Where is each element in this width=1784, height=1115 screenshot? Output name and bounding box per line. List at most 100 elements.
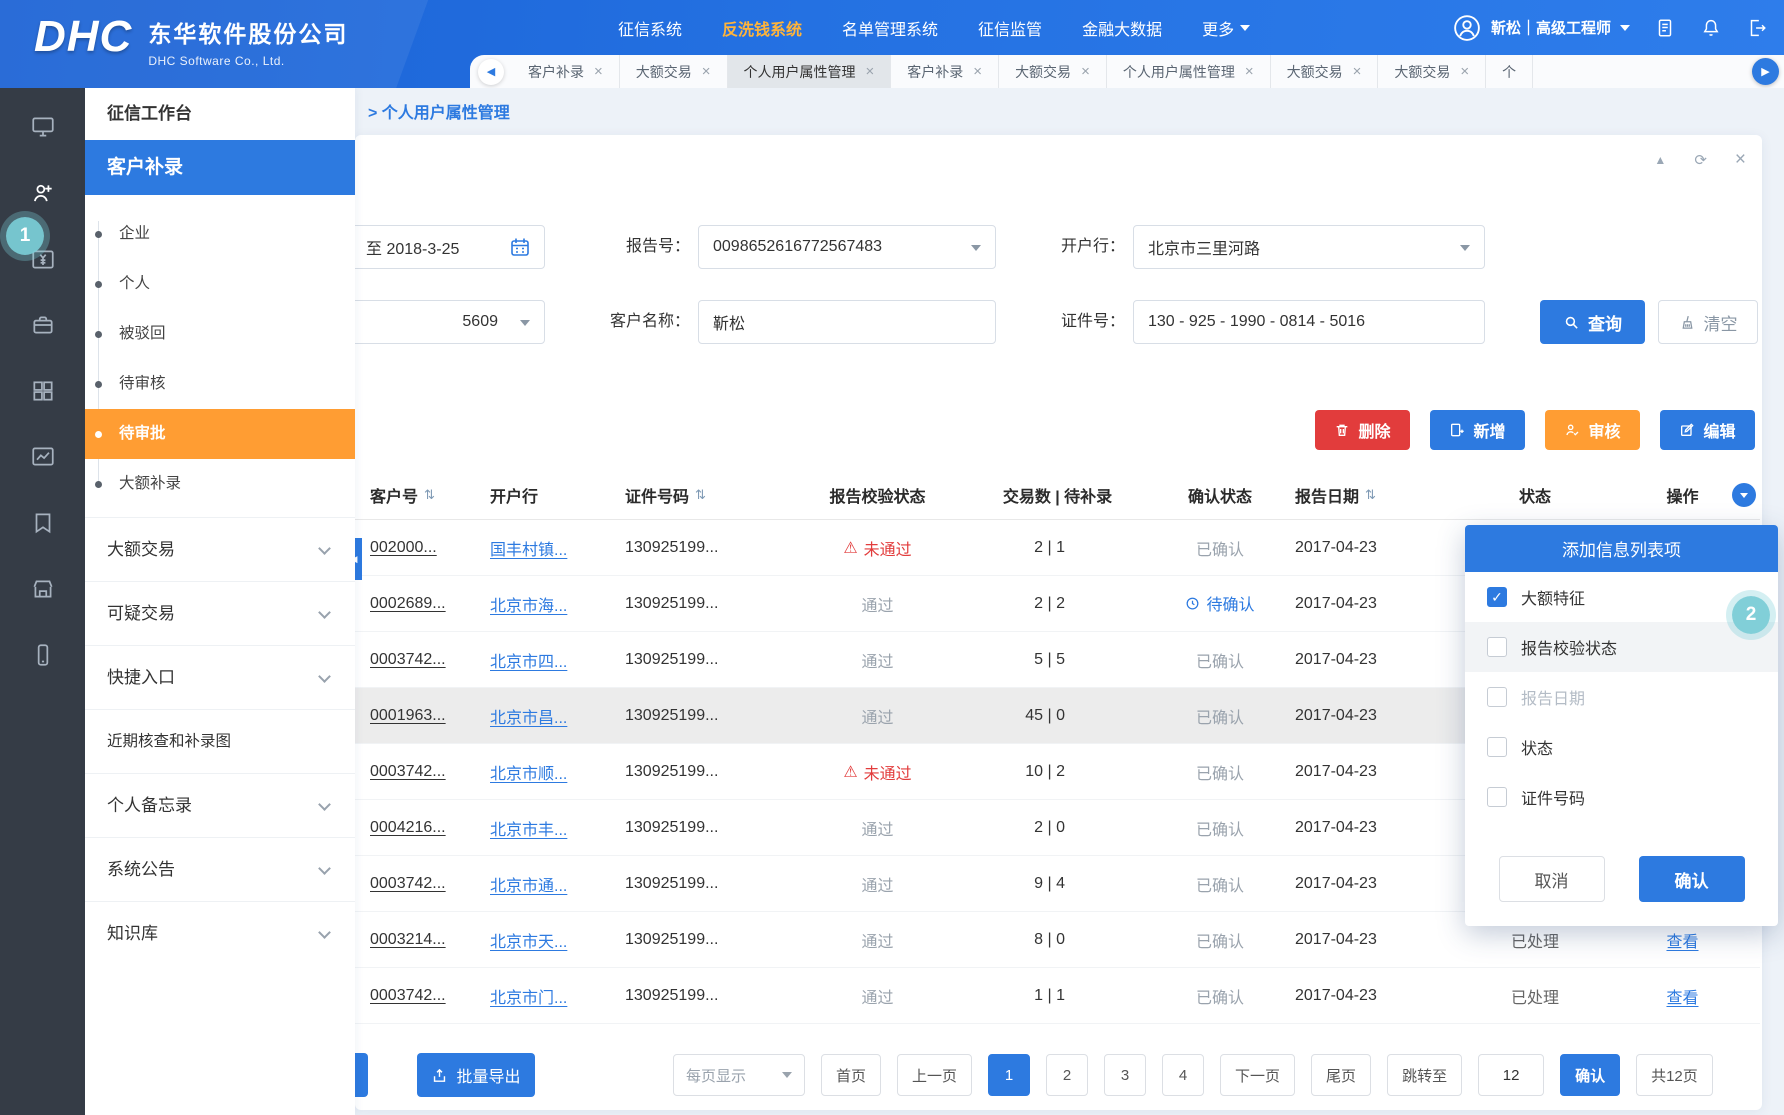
calendar-icon[interactable] (508, 235, 532, 259)
id-no-field[interactable] (1133, 300, 1485, 344)
menu-sub-pending-approval[interactable]: 待审批 (85, 409, 355, 459)
close-icon[interactable]: × (866, 64, 875, 79)
nav-credit-system[interactable]: 征信系统 (618, 16, 682, 40)
customer-no-link[interactable]: 0003742... (370, 763, 446, 780)
customer-name-field[interactable] (698, 300, 996, 344)
tab-large-transaction-3[interactable]: 大额交易× (1271, 55, 1379, 88)
first-page-button[interactable]: 首页 (821, 1054, 881, 1096)
delete-button[interactable]: 删除 (1315, 410, 1410, 450)
bank-link[interactable]: 北京市顺... (490, 766, 567, 783)
checkbox-checked[interactable]: ✓ (1487, 587, 1507, 607)
column-settings-button[interactable] (1732, 483, 1756, 507)
page-4-button[interactable]: 4 (1162, 1054, 1204, 1096)
monitor-icon[interactable] (0, 94, 85, 160)
edit-button[interactable]: 编辑 (1660, 410, 1755, 450)
audit-button[interactable]: 审核 (1545, 410, 1640, 450)
user-edit-icon[interactable] (0, 160, 85, 226)
tab-personal-user-attr-mgmt-active[interactable]: 个人用户属性管理× (728, 55, 892, 88)
cancel-button[interactable]: 取消 (1499, 856, 1605, 902)
bank-link[interactable]: 北京市海... (490, 598, 567, 615)
tab-large-transaction-4[interactable]: 大额交易× (1378, 55, 1486, 88)
tabs-scroll-right-button[interactable]: ▶ (1752, 58, 1779, 85)
collapse-icon[interactable]: ▲ (1654, 153, 1666, 167)
tab-clipped[interactable]: 个 (1486, 55, 1533, 88)
menu-group-suspicious-transaction[interactable]: 可疑交易 (85, 581, 355, 645)
bank-link[interactable]: 北京市门... (490, 990, 567, 1007)
jump-confirm-button[interactable]: 确认 (1560, 1054, 1620, 1096)
checkbox[interactable] (1487, 737, 1507, 757)
batch-export-button[interactable]: 批量导出 (417, 1053, 535, 1097)
sort-icon[interactable]: ⇅ (1365, 487, 1376, 503)
page-3-button[interactable]: 3 (1104, 1054, 1146, 1096)
bank-link[interactable]: 国丰村镇... (490, 542, 567, 559)
option-report-verify-status[interactable]: 报告校验状态 (1465, 622, 1778, 672)
menu-sub-rejected[interactable]: 被驳回 (85, 309, 355, 359)
menu-customer-supplement[interactable]: 客户补录 (85, 140, 355, 195)
view-link[interactable]: 查看 (1666, 990, 1698, 1007)
logout-icon[interactable] (1746, 17, 1768, 39)
bank-link[interactable]: 北京市通... (490, 878, 567, 895)
sort-icon[interactable]: ⇅ (695, 487, 706, 503)
bookmark-icon[interactable] (0, 490, 85, 556)
menu-sub-enterprise[interactable]: 企业 (85, 209, 355, 259)
customer-no-link[interactable]: 0003214... (370, 931, 446, 948)
menu-group-personal-memo[interactable]: 个人备忘录 (85, 773, 355, 837)
tab-customer-supplement-1[interactable]: 客户补录× (512, 55, 620, 88)
prev-page-button[interactable]: 上一页 (897, 1054, 972, 1096)
page-1-button[interactable]: 1 (988, 1054, 1030, 1096)
customer-no-link[interactable]: 0001963... (370, 707, 446, 724)
chart-icon[interactable] (0, 424, 85, 490)
checkbox[interactable] (1487, 637, 1507, 657)
tab-customer-supplement-2[interactable]: 客户补录× (891, 55, 999, 88)
close-icon[interactable]: × (702, 64, 711, 79)
nav-credit-supervision[interactable]: 征信监管 (978, 16, 1042, 40)
option-report-date[interactable]: 报告日期 (1465, 672, 1778, 722)
option-status[interactable]: 状态 (1465, 722, 1778, 772)
menu-credit-workbench[interactable]: 征信工作台 (85, 88, 355, 140)
bank-link[interactable]: 北京市丰... (490, 822, 567, 839)
menu-group-quick-entry[interactable]: 快捷入口 (85, 645, 355, 709)
sort-icon[interactable]: ⇅ (424, 487, 435, 503)
clear-button[interactable]: 清空 (1658, 300, 1758, 344)
close-icon[interactable]: × (1353, 64, 1362, 79)
menu-group-system-notice[interactable]: 系统公告 (85, 837, 355, 901)
bank-link[interactable]: 北京市昌... (490, 710, 567, 727)
checkbox[interactable] (1487, 687, 1507, 707)
customer-no-link[interactable]: 0002689... (370, 595, 446, 612)
tabs-scroll-left-button[interactable]: ◀ (478, 59, 504, 85)
customer-no-link[interactable]: 0003742... (370, 987, 446, 1004)
bank-icon[interactable] (0, 556, 85, 622)
customer-no-link[interactable]: 0003742... (370, 875, 446, 892)
nav-list-mgmt-system[interactable]: 名单管理系统 (842, 16, 938, 40)
add-button[interactable]: 新增 (1430, 410, 1525, 450)
last-page-button[interactable]: 尾页 (1311, 1054, 1371, 1096)
nav-aml-system[interactable]: 反洗钱系统 (722, 16, 802, 40)
bank-link[interactable]: 北京市天... (490, 934, 567, 951)
grid-icon[interactable] (0, 358, 85, 424)
page-2-button[interactable]: 2 (1046, 1054, 1088, 1096)
bell-icon[interactable] (1700, 17, 1722, 39)
close-icon[interactable]: × (1081, 64, 1090, 79)
menu-sub-pending-review[interactable]: 待审核 (85, 359, 355, 409)
customer-name-input[interactable] (713, 313, 995, 331)
next-page-button[interactable]: 下一页 (1220, 1054, 1295, 1096)
clipboard-icon[interactable] (1654, 17, 1676, 39)
mobile-icon[interactable] (0, 622, 85, 688)
nav-financial-bigdata[interactable]: 金融大数据 (1082, 16, 1162, 40)
tab-personal-user-attr-mgmt-2[interactable]: 个人用户属性管理× (1107, 55, 1271, 88)
close-icon[interactable]: × (973, 64, 982, 79)
customer-no-link[interactable]: 0004216... (370, 819, 446, 836)
close-icon[interactable]: × (1735, 149, 1746, 171)
briefcase-icon[interactable] (0, 292, 85, 358)
close-icon[interactable]: × (1460, 64, 1469, 79)
jump-page-input[interactable] (1478, 1054, 1544, 1096)
menu-recent-check-chart[interactable]: 近期核查和补录图 (85, 709, 355, 773)
customer-no-link[interactable]: 0003742... (370, 651, 446, 668)
menu-sub-large-supplement[interactable]: 大额补录 (85, 459, 355, 509)
search-button[interactable]: 查询 (1540, 300, 1645, 344)
menu-group-knowledge-base[interactable]: 知识库 (85, 901, 355, 965)
bank-select[interactable]: 北京市三里河路 (1133, 225, 1485, 269)
refresh-icon[interactable]: ⟳ (1694, 151, 1707, 169)
close-icon[interactable]: × (594, 64, 603, 79)
view-link[interactable]: 查看 (1666, 934, 1698, 951)
